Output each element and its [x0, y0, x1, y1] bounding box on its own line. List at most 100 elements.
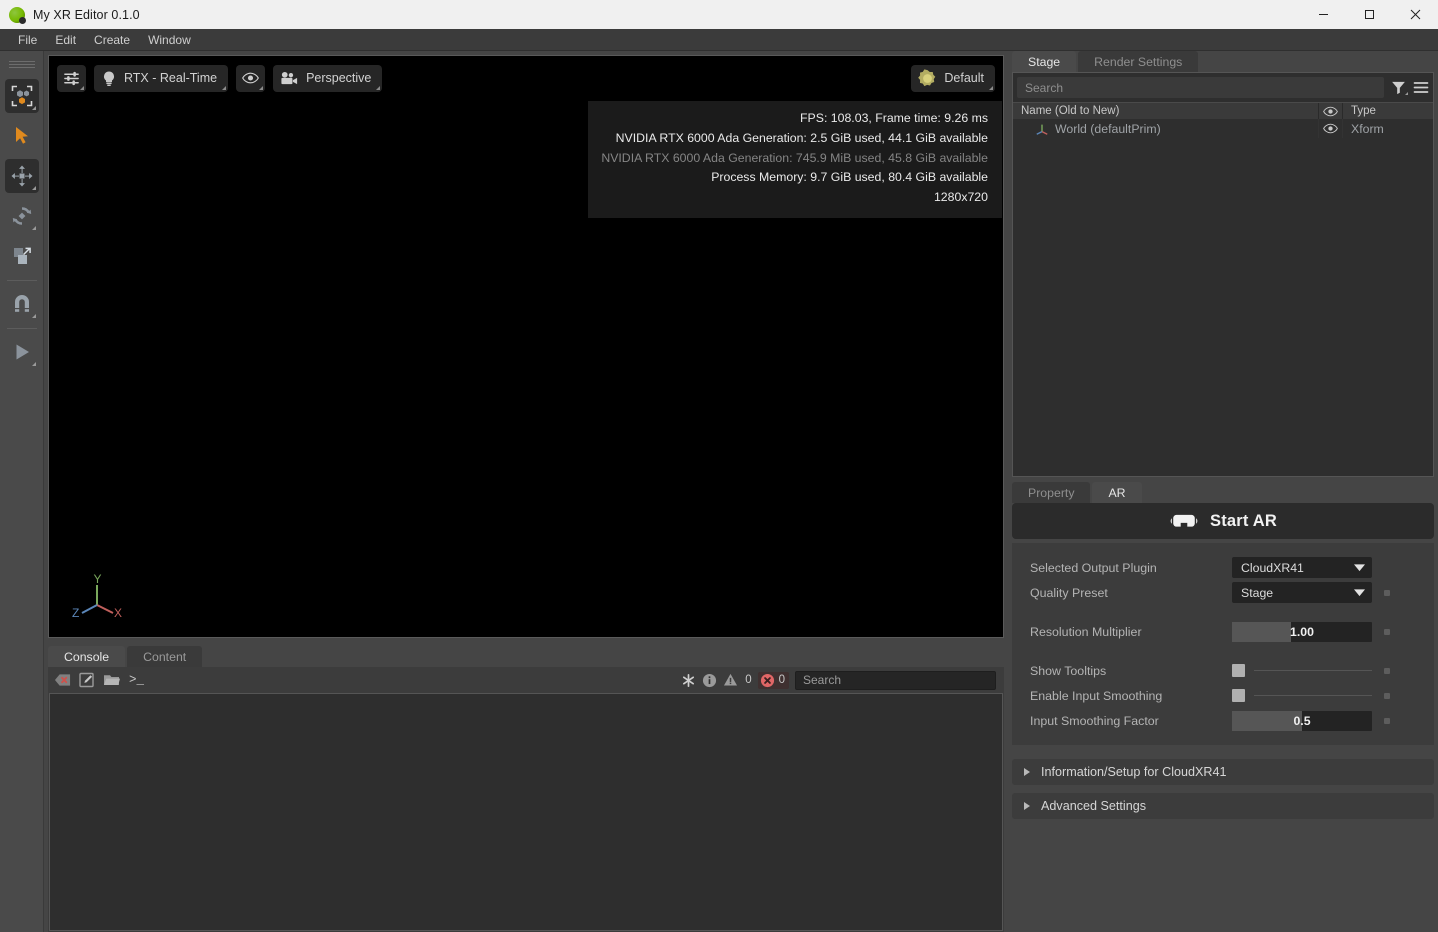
stage-column-headers: Name (Old to New) Type [1013, 102, 1433, 119]
stage-row-type: Xform [1351, 121, 1384, 136]
viewport[interactable]: RTX - Real-Time Perspective Default FPS:… [48, 55, 1004, 638]
reset-enable-input-smoothing-button[interactable] [1384, 692, 1390, 699]
setting-label: Show Tooltips [1030, 663, 1107, 678]
menu-create[interactable]: Create [85, 30, 139, 50]
stage-row-name-cell[interactable]: World (defaultPrim) [1013, 119, 1319, 138]
stage-tabstrip: Stage Render Settings [1008, 51, 1438, 72]
viewport-visibility-button[interactable] [236, 64, 266, 92]
play-tool-button[interactable] [5, 335, 39, 369]
divider [1254, 670, 1372, 671]
filter-warning-button[interactable] [723, 671, 738, 689]
edit-icon [79, 672, 94, 688]
stage-search-input[interactable]: Search [1017, 77, 1384, 98]
rail-drag-handle[interactable] [8, 56, 35, 70]
column-header-type[interactable]: Type [1343, 103, 1433, 119]
snap-tool-button[interactable] [5, 287, 39, 321]
input-smoothing-factor-input[interactable]: 0.5 [1232, 710, 1372, 731]
console-search-input[interactable]: Search [795, 670, 996, 690]
output-plugin-dropdown[interactable]: CloudXR41 [1232, 557, 1372, 578]
lighting-selector[interactable]: Default [911, 64, 995, 92]
chevron-down-icon [1346, 563, 1372, 572]
viewport-settings-button[interactable] [57, 64, 86, 92]
reset-input-smoothing-factor-button[interactable] [1384, 717, 1390, 724]
chevron-right-icon [1024, 802, 1030, 810]
chevron-right-icon [1024, 768, 1030, 776]
maximize-button[interactable] [1346, 0, 1392, 29]
menu-window[interactable]: Window [139, 30, 200, 50]
setting-resolution-multiplier: Resolution Multiplier 1.00 [1012, 619, 1434, 644]
tab-property[interactable]: Property [1012, 482, 1091, 503]
setting-label: Resolution Multiplier [1030, 624, 1142, 639]
minimize-button[interactable] [1300, 0, 1346, 29]
console-body: >_ 0 0 Search [48, 667, 1004, 932]
edit-console-button[interactable] [79, 671, 95, 689]
quality-preset-dropdown[interactable]: Stage [1232, 582, 1372, 603]
stage-empty-area[interactable] [1013, 138, 1433, 476]
warning-count: 0 [745, 674, 752, 686]
start-ar-label: Start AR [1210, 511, 1277, 530]
stage-search-row: Search [1013, 73, 1433, 102]
renderer-selector[interactable]: RTX - Real-Time [94, 64, 229, 92]
menu-edit[interactable]: Edit [46, 30, 85, 50]
section-advanced-settings[interactable]: Advanced Settings [1012, 793, 1434, 819]
select-objects-tool-button[interactable] [4, 79, 39, 113]
setting-show-tooltips: Show Tooltips [1012, 658, 1434, 683]
input-smoothing-factor-value: 0.5 [1293, 713, 1311, 728]
window-title: My XR Editor 0.1.0 [33, 7, 140, 22]
resolution-multiplier-value: 1.00 [1290, 624, 1314, 639]
stat-gpu-memory-secondary: NVIDIA RTX 6000 Ada Generation: 745.9 Mi… [601, 150, 988, 165]
table-row[interactable]: World (defaultPrim) Xform [1013, 119, 1433, 138]
reset-quality-preset-button[interactable] [1384, 589, 1390, 596]
camera-label: Perspective [306, 71, 372, 85]
viewport-toolbar: RTX - Real-Time Perspective Default [57, 63, 995, 93]
quality-preset-value: Stage [1241, 585, 1274, 600]
close-button[interactable] [1392, 0, 1438, 29]
camera-selector[interactable]: Perspective [273, 64, 383, 92]
tab-render-settings[interactable]: Render Settings [1078, 51, 1199, 72]
clear-console-icon [54, 674, 71, 686]
console-log-area[interactable] [49, 693, 1003, 931]
tab-ar[interactable]: AR [1092, 482, 1142, 503]
stage-filter-button[interactable] [1391, 80, 1408, 95]
window-controls [1300, 0, 1438, 29]
hamburger-menu-icon [1413, 82, 1429, 93]
filter-all-button[interactable] [681, 671, 696, 689]
clear-console-button[interactable] [54, 671, 71, 689]
divider [1254, 695, 1372, 696]
open-folder-button[interactable] [103, 671, 121, 689]
resolution-multiplier-input[interactable]: 1.00 [1232, 621, 1372, 642]
show-tooltips-checkbox[interactable] [1232, 664, 1245, 677]
column-header-name[interactable]: Name (Old to New) [1013, 103, 1319, 119]
stage-options-button[interactable] [1413, 80, 1429, 95]
console-prompt[interactable]: >_ [129, 673, 144, 687]
select-objects-icon [11, 85, 32, 107]
filter-error-button[interactable]: 0 [757, 671, 789, 689]
filter-info-button[interactable] [702, 671, 717, 689]
menu-file[interactable]: File [9, 30, 46, 50]
menu-bar: File Edit Create Window [0, 29, 1438, 51]
axis-orientation-gizmo: Y X Z [72, 572, 122, 619]
eye-icon [1323, 106, 1338, 116]
reset-resolution-multiplier-button[interactable] [1384, 628, 1390, 635]
stage-row-visibility-toggle[interactable] [1319, 119, 1343, 138]
move-tool-button[interactable] [4, 159, 39, 193]
output-plugin-value: CloudXR41 [1241, 560, 1304, 575]
scale-gizmo-icon [13, 247, 31, 264]
setting-label: Input Smoothing Factor [1030, 713, 1159, 728]
reset-show-tooltips-button[interactable] [1384, 667, 1390, 674]
tab-content[interactable]: Content [127, 646, 203, 667]
scale-tool-button[interactable] [5, 239, 39, 273]
section-information-setup[interactable]: Information/Setup for CloudXR41 [1012, 759, 1434, 785]
tab-console[interactable]: Console [48, 646, 126, 667]
rotate-tool-button[interactable] [5, 199, 39, 233]
tab-stage[interactable]: Stage [1012, 51, 1077, 72]
start-ar-button[interactable]: Start AR [1012, 503, 1434, 539]
eye-icon [1323, 123, 1338, 134]
open-folder-icon [104, 675, 120, 685]
enable-input-smoothing-checkbox[interactable] [1232, 689, 1245, 702]
error-count: 0 [778, 674, 785, 686]
column-header-visibility[interactable] [1319, 103, 1343, 119]
viewport-stats-overlay: FPS: 108.03, Frame time: 9.26 ms NVIDIA … [588, 101, 1002, 218]
cursor-tool-button[interactable] [5, 119, 39, 153]
ar-settings-group: Selected Output Plugin CloudXR41 Quality… [1012, 543, 1434, 745]
